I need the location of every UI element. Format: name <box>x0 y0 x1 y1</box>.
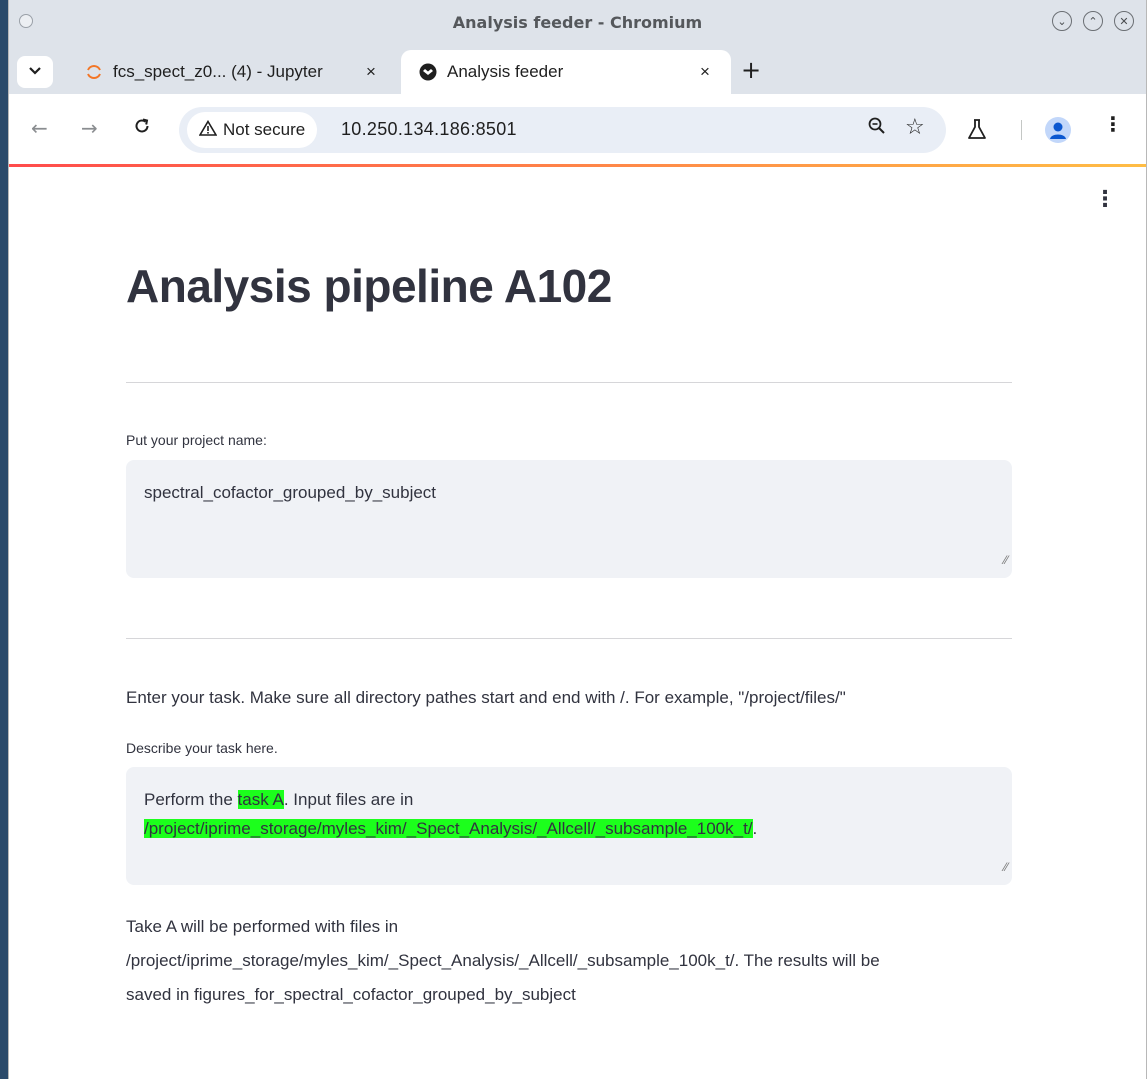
title-bar: Analysis feeder - Chromium ⌄ ⌃ ✕ <box>9 0 1146 44</box>
divider <box>126 638 1012 639</box>
result-line: /project/iprime_storage/myles_kim/_Spect… <box>126 951 880 970</box>
resize-handle-icon[interactable]: ⁄⁄ <box>1004 853 1008 882</box>
tab-jupyter[interactable]: fcs_spect_z0... (4) - Jupyter × <box>67 50 397 94</box>
task-description-input[interactable]: Perform the task A. Input files are in /… <box>126 767 1012 885</box>
task-text-part: . <box>752 819 758 838</box>
project-name-label: Put your project name: <box>126 432 267 448</box>
chevron-down-icon <box>28 65 42 79</box>
tab-strip: fcs_spect_z0... (4) - Jupyter × Analysis… <box>9 44 1146 94</box>
result-line: Take A will be performed with files in <box>126 917 399 936</box>
result-line: saved in figures_for_spectral_cofactor_g… <box>126 985 576 1004</box>
task-description-label: Describe your task here. <box>126 740 278 756</box>
resize-handle-icon[interactable]: ⁄⁄ <box>1004 546 1008 575</box>
address-bar[interactable]: Not secure 10.250.134.186:8501 ☆ <box>179 107 946 153</box>
security-label: Not secure <box>223 120 306 139</box>
toolbar-divider <box>1021 120 1022 140</box>
result-message: Take A will be performed with files in /… <box>126 910 1012 1012</box>
highlighted-task: task A <box>237 790 284 809</box>
toolbar: ← → Not secure 10.250.134.186:8501 ☆ ⋮ <box>9 94 1146 164</box>
window-controls: ⌄ ⌃ ✕ <box>1052 11 1134 31</box>
bookmark-star-icon[interactable]: ☆ <box>905 115 925 140</box>
task-text-part: Perform the <box>144 790 238 809</box>
page-title: Analysis pipeline A102 <box>126 260 612 312</box>
maximize-icon[interactable]: ⌃ <box>1083 11 1103 31</box>
browser-window: Analysis feeder - Chromium ⌄ ⌃ ✕ fcs_spe… <box>8 0 1147 1079</box>
jupyter-icon <box>85 63 103 81</box>
project-name-input[interactable]: spectral_cofactor_grouped_by_subject ⁄⁄ <box>126 460 1012 578</box>
browser-menu-icon[interactable]: ⋮ <box>1103 114 1123 134</box>
tab-label: fcs_spect_z0... (4) - Jupyter <box>113 62 323 81</box>
window-title: Analysis feeder - Chromium <box>452 12 703 32</box>
warning-icon <box>198 119 218 141</box>
new-tab-button[interactable]: + <box>741 56 761 84</box>
close-window-icon[interactable]: ✕ <box>1114 11 1134 31</box>
app-page: ⋮ Analysis pipeline A102 Put your projec… <box>9 167 1146 1079</box>
highlighted-path: /project/iprime_storage/myles_kim/_Spect… <box>144 819 753 838</box>
minimize-icon[interactable]: ⌄ <box>1052 11 1072 31</box>
app-main-menu-icon[interactable]: ⋮ <box>1094 189 1116 211</box>
close-icon[interactable]: × <box>357 62 385 82</box>
url-text[interactable]: 10.250.134.186:8501 <box>341 119 517 140</box>
site-info-button[interactable]: Not secure <box>187 112 318 148</box>
task-text-part: . Input files are in <box>283 790 414 809</box>
forward-button[interactable]: → <box>81 116 98 140</box>
labs-flask-icon[interactable] <box>967 118 987 144</box>
tab-analysis-feeder[interactable]: Analysis feeder × <box>401 50 731 94</box>
zoom-icon[interactable] <box>867 116 887 141</box>
profile-avatar-icon[interactable] <box>1045 117 1071 143</box>
streamlit-icon <box>419 63 437 81</box>
back-button[interactable]: ← <box>31 116 48 140</box>
reload-icon <box>135 118 149 133</box>
close-icon[interactable]: × <box>691 62 719 82</box>
tab-search-button[interactable] <box>17 56 53 88</box>
window-menu-icon[interactable] <box>19 14 33 28</box>
instructions-text: Enter your task. Make sure all directory… <box>126 688 846 707</box>
divider <box>126 382 1012 383</box>
project-name-value: spectral_cofactor_grouped_by_subject <box>144 483 437 502</box>
reload-button[interactable] <box>133 116 151 140</box>
tab-label: Analysis feeder <box>447 62 564 81</box>
